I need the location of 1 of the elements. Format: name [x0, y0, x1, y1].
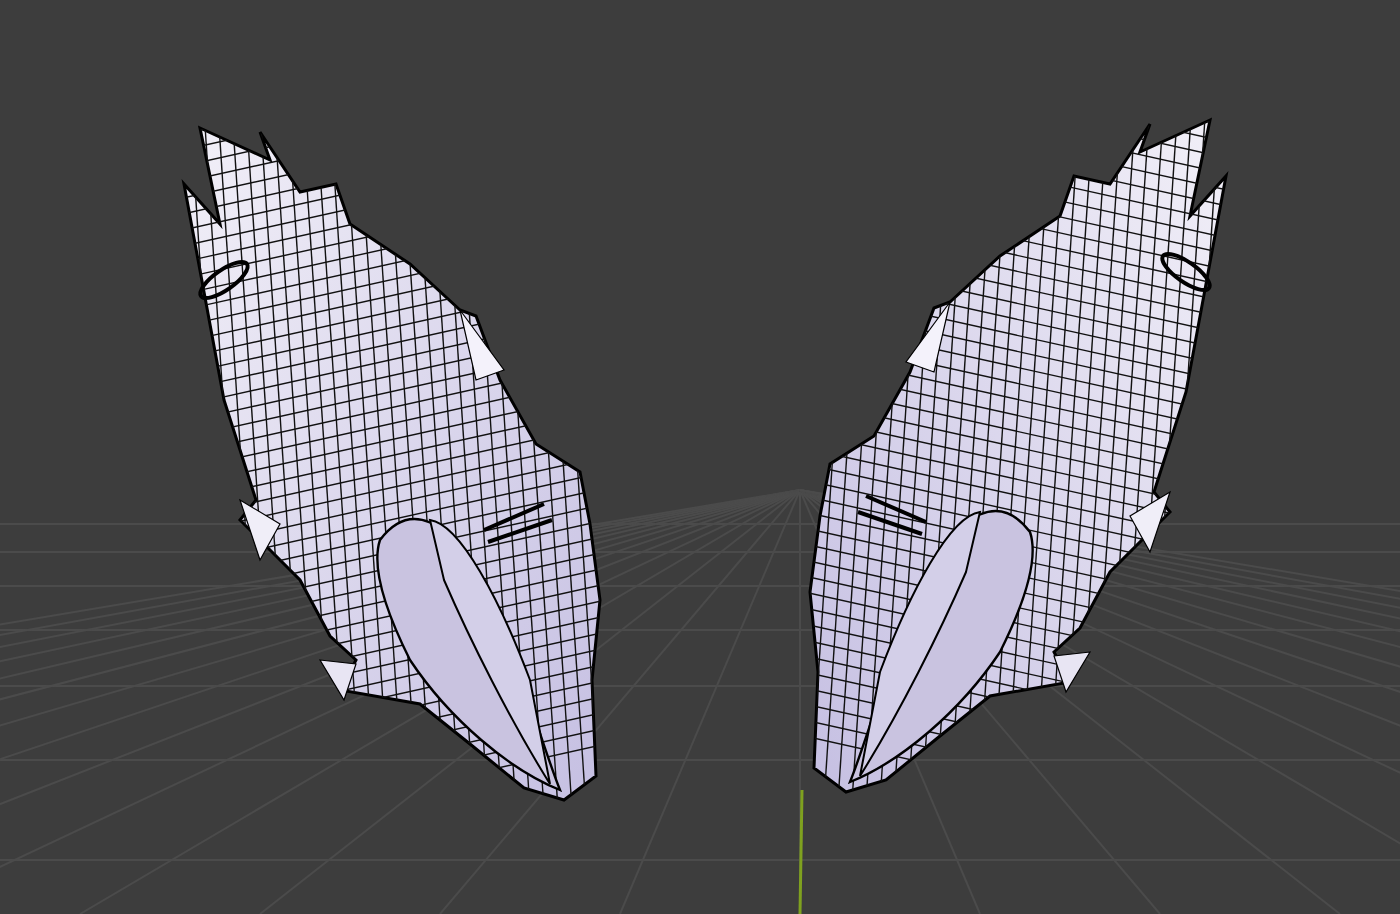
3d-viewport[interactable]: [0, 0, 1400, 914]
